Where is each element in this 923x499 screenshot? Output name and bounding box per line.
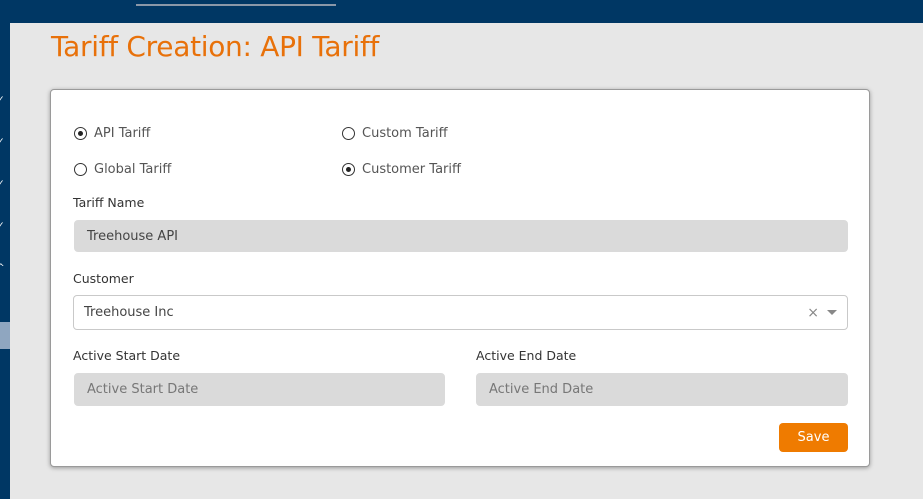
active-start-date-input[interactable]: Active Start Date [74, 373, 445, 406]
active-start-date-placeholder: Active Start Date [87, 382, 199, 397]
page-title: Tariff Creation: API Tariff [51, 30, 380, 63]
tariff-name-input[interactable]: Treehouse API [74, 220, 848, 252]
top-navbar [0, 0, 923, 23]
radio-checked-icon [74, 127, 87, 140]
radio-label: Customer Tariff [362, 162, 461, 177]
customer-label: Customer [73, 271, 134, 286]
radio-label: Global Tariff [94, 162, 172, 177]
radio-checked-icon [342, 163, 355, 176]
radio-api-tariff[interactable]: API Tariff [74, 126, 150, 141]
tariff-form-card: API Tariff Custom Tariff Global Tariff C… [50, 89, 870, 467]
chevron-down-icon[interactable]: ✓ [0, 138, 6, 147]
active-end-date-placeholder: Active End Date [489, 382, 594, 397]
radio-label: API Tariff [94, 126, 151, 141]
customer-select-value: Treehouse Inc [84, 305, 174, 320]
chevron-up-icon[interactable]: ^ [0, 264, 6, 273]
sidebar-active-item[interactable] [0, 322, 10, 349]
radio-custom-tariff[interactable]: Custom Tariff [342, 126, 448, 141]
tariff-name-value: Treehouse API [87, 228, 178, 244]
radio-unchecked-icon [342, 127, 355, 140]
chevron-down-icon[interactable]: ✓ [0, 180, 6, 189]
radio-unchecked-icon [74, 163, 87, 176]
chevron-down-icon[interactable]: ✓ [0, 96, 6, 105]
active-end-date-label: Active End Date [476, 348, 577, 363]
chevron-down-icon[interactable] [827, 310, 837, 315]
active-tab-indicator [136, 4, 336, 6]
customer-select[interactable]: Treehouse Inc × [73, 295, 848, 330]
active-end-date-input[interactable]: Active End Date [476, 373, 848, 406]
radio-label: Custom Tariff [362, 126, 448, 141]
active-start-date-label: Active Start Date [73, 348, 181, 363]
radio-customer-tariff[interactable]: Customer Tariff [342, 162, 461, 177]
clear-icon[interactable]: × [807, 305, 819, 321]
chevron-down-icon[interactable]: ✓ [0, 222, 6, 231]
sidebar: ✓ ✓ ✓ ✓ ^ [0, 23, 10, 499]
radio-global-tariff[interactable]: Global Tariff [74, 162, 171, 177]
tariff-name-label: Tariff Name [73, 195, 145, 210]
save-button[interactable]: Save [779, 423, 848, 452]
